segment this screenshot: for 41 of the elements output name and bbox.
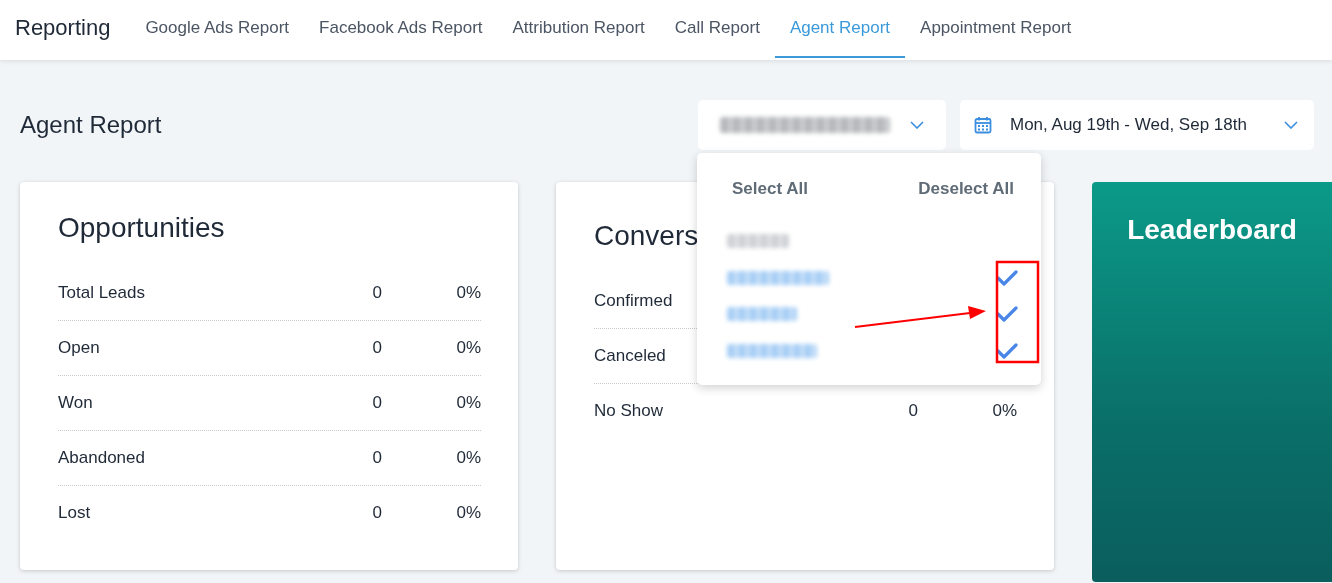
metric-percent: 0% <box>455 338 481 358</box>
date-range-select[interactable]: Mon, Aug 19th - Wed, Sep 18th <box>960 100 1314 150</box>
chevron-icon <box>1284 121 1298 129</box>
agent-select[interactable] <box>698 100 946 150</box>
report-tab[interactable]: Appointment Report <box>905 0 1087 58</box>
report-tab[interactable]: Google Ads Report <box>130 0 305 58</box>
chevron-icon <box>910 121 924 129</box>
card-title: Convers <box>594 220 699 252</box>
metric-label: Total Leads <box>58 283 145 303</box>
menu-action[interactable]: Select All <box>732 175 808 203</box>
panel-title: Leaderboard <box>1127 214 1297 247</box>
agent-option[interactable] <box>727 307 797 322</box>
metric-label: Won <box>58 393 93 413</box>
calendar-icon <box>974 116 992 134</box>
metric-count: 0 <box>371 338 382 358</box>
metric-label: Confirmed <box>594 291 673 311</box>
agent-option[interactable] <box>727 270 829 285</box>
metric-label: No Show <box>594 401 663 421</box>
card-title: Opportunities <box>58 212 225 244</box>
metric-count: 0 <box>371 393 382 413</box>
app-title: Reporting <box>15 15 111 41</box>
metric-percent: 0% <box>455 448 481 468</box>
report-tab[interactable]: Attribution Report <box>497 0 660 58</box>
metric-count: 0 <box>371 448 382 468</box>
report-tab[interactable]: Facebook Ads Report <box>304 0 498 58</box>
agent-option[interactable] <box>727 343 817 358</box>
metric-label: Canceled <box>594 346 666 366</box>
metric-count: 0 <box>907 401 918 421</box>
metric-count: 0 <box>371 283 382 303</box>
metric-percent: 0% <box>455 283 481 303</box>
page-title: Agent Report <box>20 111 163 139</box>
menu-action[interactable]: Deselect All <box>918 175 1014 203</box>
metric-label: Open <box>58 338 100 358</box>
metric-label: Lost <box>58 503 91 523</box>
metric-label: Abandoned <box>58 448 145 468</box>
metric-percent: 0% <box>991 401 1017 421</box>
metric-percent: 0% <box>455 393 481 413</box>
metric-percent: 0% <box>455 503 481 523</box>
metric-count: 0 <box>371 503 382 523</box>
report-tab[interactable]: Call Report <box>659 0 775 58</box>
agent-option[interactable] <box>727 234 789 249</box>
